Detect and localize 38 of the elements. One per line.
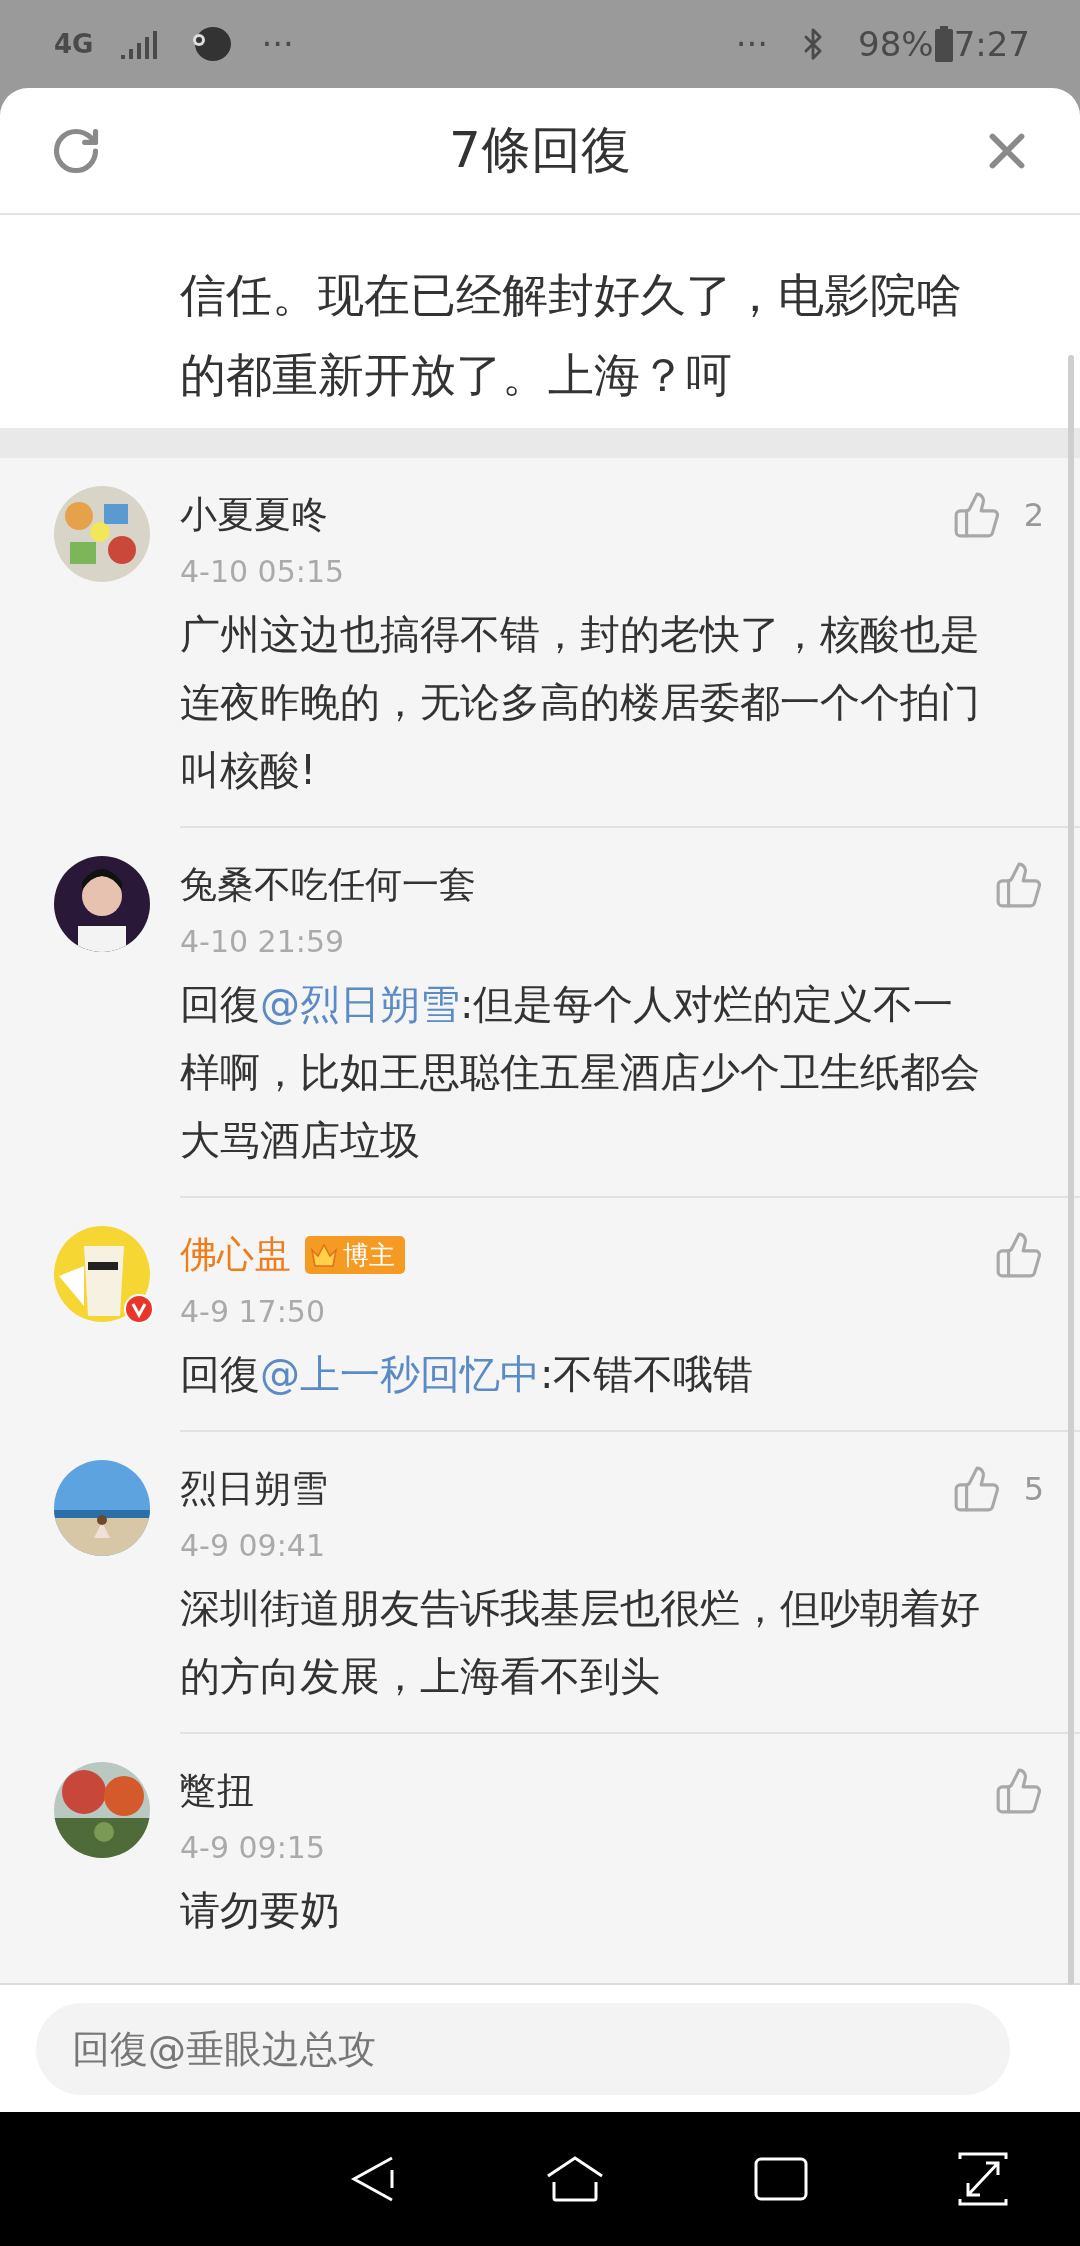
battery-icon — [933, 26, 954, 62]
home-button[interactable] — [546, 2156, 604, 2202]
verified-icon — [124, 1294, 154, 1324]
like-count: 2 — [1023, 496, 1044, 534]
user-name[interactable]: 蹩扭 — [180, 1766, 254, 1816]
comment-text: 回復@上一秒回忆中:不错不哦错 — [180, 1350, 755, 1399]
more-indicator: ··· — [735, 24, 769, 64]
user-name[interactable]: 小夏夏咚 — [180, 490, 328, 540]
like-button[interactable] — [994, 1766, 1044, 1816]
user-name[interactable]: 烈日朔雪 — [180, 1464, 328, 1514]
thumbs-up-icon — [994, 1230, 1044, 1280]
comment-time: 4-9 09:15 — [180, 1829, 326, 1867]
comment-text: 深圳街道朋友告诉我基层也很烂，但吵朝着好的方向发展，上海看不到头 — [180, 1584, 981, 1701]
comment-time: 4-9 09:41 — [180, 1527, 326, 1565]
thumbs-up-icon — [994, 860, 1044, 910]
recents-button[interactable] — [754, 2157, 808, 2201]
reply-field[interactable]: 回復@垂眼边总攻 — [36, 2002, 1010, 2095]
more-indicator: ··· — [261, 24, 294, 64]
post-text: 信任。现在已经解封好久了，电影院啥的都重新开放了。上海？呵 — [180, 267, 963, 404]
expand-button[interactable] — [958, 2151, 1008, 2207]
comment-text: 回復@烈日朔雪:但是每个人对烂的定义不一样啊，比如王思聪住五星酒店少个卫生纸都会大骂酒店垃圾 — [180, 980, 981, 1165]
scrollbar[interactable] — [1068, 355, 1074, 1985]
clock: 7:27 — [953, 24, 1030, 64]
like-button[interactable] — [994, 1230, 1044, 1280]
comment-time: 4-10 21:59 — [180, 923, 346, 961]
back-button[interactable] — [350, 2154, 396, 2204]
comment-text: 广州这边也搞得不错，封的老快了，核酸也是连夜昨晚的，无论多高的楼居委都一个个拍门叫核酸! — [180, 610, 981, 795]
comment-time: 4-9 17:50 — [180, 1293, 326, 1331]
window-title: 7條回復 — [449, 120, 631, 181]
network-type: 4G — [54, 29, 94, 59]
like-count: 5 — [1023, 1470, 1044, 1508]
comment-text: 请勿要奶 — [180, 1886, 341, 1935]
comment-time: 4-10 05:15 — [180, 553, 346, 591]
battery-percent: 98% — [858, 24, 934, 64]
like-button[interactable] — [994, 860, 1044, 910]
user-name[interactable]: 兔桑不吃任何一套 — [180, 860, 476, 910]
thumbs-up-icon — [994, 1766, 1044, 1816]
badge-label: 博主 — [343, 1238, 395, 1272]
